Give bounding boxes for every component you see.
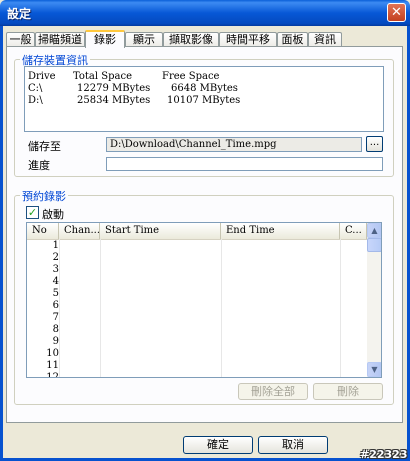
- table-row[interactable]: 9: [27, 336, 59, 348]
- col-no[interactable]: No: [27, 223, 59, 239]
- ok-button[interactable]: 確定: [183, 436, 253, 454]
- drive-c-total: 12279 MBytes: [77, 83, 151, 94]
- tab-panel[interactable]: 面板: [277, 32, 308, 47]
- enable-checkbox[interactable]: ✓: [26, 206, 39, 219]
- table-row[interactable]: 4: [27, 276, 59, 288]
- drive-c-free: 6648 MBytes: [171, 83, 238, 94]
- schedule-list[interactable]: No Chan... Start Time End Time C... 1 2 …: [26, 222, 382, 378]
- save-to-label: 儲存至: [28, 140, 61, 153]
- table-row[interactable]: 11: [27, 360, 59, 372]
- schedule-scrollbar[interactable]: ▲ ▼: [367, 223, 381, 377]
- drive-d-free: 10107 MBytes: [167, 95, 241, 106]
- table-row[interactable]: 1: [27, 240, 59, 252]
- scroll-up-icon[interactable]: ▲: [367, 223, 381, 238]
- delete-button[interactable]: 刪除: [313, 383, 383, 400]
- tab-capture-image[interactable]: 擷取影像: [163, 32, 219, 47]
- drive-d-total: 25834 MBytes: [77, 95, 151, 106]
- title-bar[interactable]: 設定 ✕: [0, 0, 410, 26]
- cancel-button[interactable]: 取消: [258, 436, 328, 454]
- watermark: #22323: [360, 448, 408, 461]
- table-row[interactable]: 6: [27, 300, 59, 312]
- table-row[interactable]: 12: [27, 372, 59, 377]
- table-row[interactable]: 5: [27, 288, 59, 300]
- grid-line: [340, 239, 341, 377]
- window-title: 設定: [7, 7, 32, 21]
- schedule-list-header: No Chan... Start Time End Time C...: [27, 223, 367, 240]
- tab-channel-scan[interactable]: 掃瞄頻道: [35, 32, 85, 47]
- grid-line: [221, 239, 222, 377]
- tab-recording[interactable]: 錄影: [85, 30, 125, 48]
- col-start-time[interactable]: Start Time: [100, 223, 221, 239]
- schedule-recording-label: 預約錄影: [20, 188, 68, 204]
- table-row[interactable]: 8: [27, 324, 59, 336]
- grid-line: [100, 239, 101, 377]
- delete-all-button[interactable]: 刪除全部: [238, 383, 308, 400]
- browse-button[interactable]: ...: [366, 136, 383, 152]
- progress-bar: [106, 157, 383, 171]
- scroll-down-icon[interactable]: ▼: [367, 362, 381, 377]
- table-row[interactable]: 7: [27, 312, 59, 324]
- col-c[interactable]: C...: [340, 223, 367, 239]
- tab-display[interactable]: 顯示: [125, 32, 163, 47]
- tab-general[interactable]: 一般: [6, 32, 35, 47]
- save-path-field[interactable]: D:\Download\Channel_Time.mpg: [106, 137, 362, 152]
- grid-line: [59, 239, 60, 377]
- drive-c: C:\: [28, 83, 43, 94]
- col-end-time[interactable]: End Time: [221, 223, 340, 239]
- free-space-header: Free Space: [162, 71, 220, 82]
- tab-info[interactable]: 資訊: [308, 32, 342, 47]
- table-row[interactable]: 2: [27, 252, 59, 264]
- close-button[interactable]: ✕: [387, 3, 406, 22]
- drive-header: Drive: [28, 71, 56, 82]
- storage-info-box: Drive Total Space Free Space C:\ 12279 M…: [24, 66, 384, 132]
- table-row[interactable]: 3: [27, 264, 59, 276]
- tab-time-shift[interactable]: 時間平移: [219, 32, 277, 47]
- col-channel[interactable]: Chan...: [59, 223, 100, 239]
- total-space-header: Total Space: [73, 71, 133, 82]
- drive-d: D:\: [28, 95, 43, 106]
- scroll-thumb[interactable]: [367, 238, 381, 252]
- enable-label: 啟動: [42, 208, 64, 221]
- progress-label: 進度: [28, 159, 50, 172]
- table-row[interactable]: 10: [27, 348, 59, 360]
